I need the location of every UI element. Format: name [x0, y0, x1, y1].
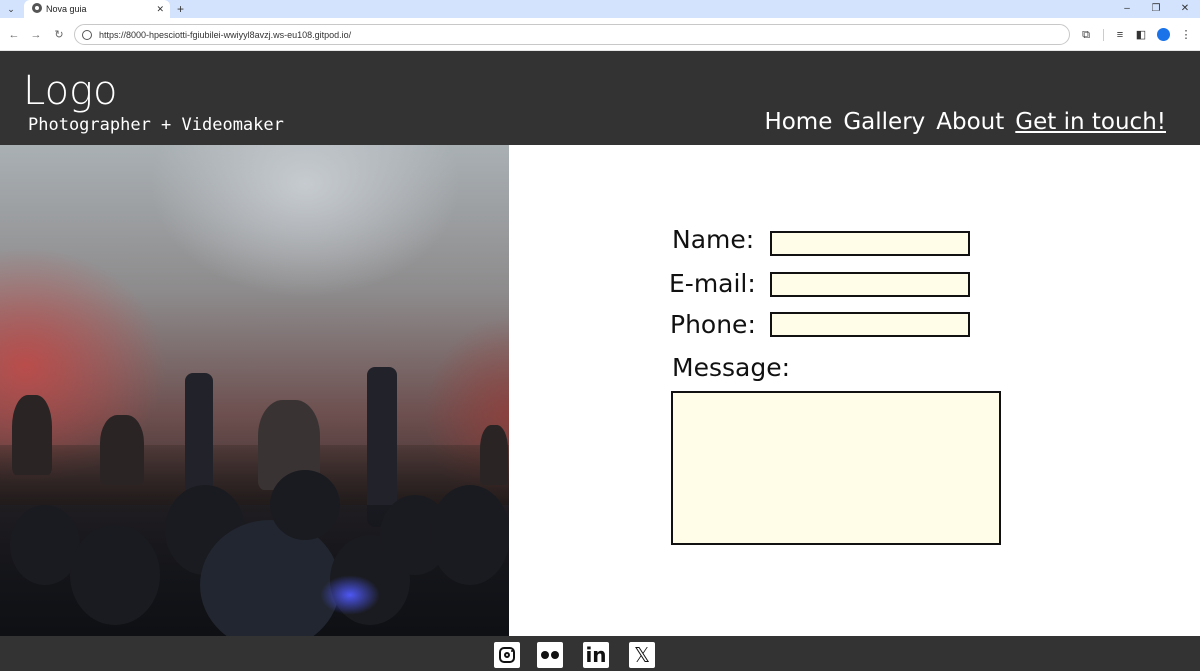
message-field[interactable] [671, 391, 1001, 545]
nav-link-gallery[interactable]: Gallery [843, 107, 925, 137]
flickr-icon[interactable] [537, 642, 563, 668]
kebab-menu-icon[interactable]: ⋮ [1178, 27, 1194, 43]
name-label: Name: [672, 225, 755, 254]
performer-right [480, 425, 508, 485]
x-glyph: 𝕏 [633, 643, 651, 667]
instagram-lens [504, 652, 510, 658]
arrow-left-icon[interactable]: ← [6, 27, 22, 43]
reload-icon[interactable]: ↻ [51, 27, 67, 43]
nav-link-get-in-touch[interactable]: Get in touch! [1015, 107, 1166, 137]
toolbar-divider [1103, 29, 1104, 41]
instagram-icon[interactable] [494, 642, 520, 668]
phone-label: Phone: [670, 310, 756, 339]
performer-drummer [100, 415, 144, 485]
browser-tab[interactable]: Nova guia ✕ [24, 0, 170, 18]
minimize-icon[interactable]: – [1118, 1, 1136, 17]
nav-link-home[interactable]: Home [764, 107, 832, 137]
performer-left [12, 395, 52, 475]
concert-crowd-photo [0, 145, 509, 636]
stage [0, 445, 509, 505]
phone-field[interactable] [770, 312, 970, 337]
linkedin-glyph: in [585, 643, 607, 667]
blue-light [320, 575, 380, 615]
crowd-head [430, 485, 509, 585]
site-info-icon[interactable] [82, 30, 92, 40]
nav-link-about[interactable]: About [936, 107, 1004, 137]
instagram-glyph [499, 647, 515, 663]
contact-form: Name: E-mail: Phone: Message: [509, 145, 1200, 636]
chevron-down-icon[interactable]: ⌄ [4, 2, 18, 16]
email-field[interactable] [770, 272, 970, 297]
browser-toolbar: ← → ↻ https://8000-hpesciotti-fgiubilei-… [0, 18, 1200, 51]
site-header: Logo Photographer + Videomaker Home Gall… [0, 51, 1200, 145]
x-icon[interactable]: 𝕏 [629, 642, 655, 668]
tab-title: Nova guia [46, 4, 87, 14]
flickr-dot [551, 651, 559, 659]
instagram-dot [511, 650, 513, 652]
crowd-head [70, 525, 160, 625]
close-icon[interactable]: ✕ [156, 2, 164, 16]
site-tagline: Photographer + Videomaker [28, 115, 284, 135]
url-text[interactable]: https://8000-hpesciotti-fgiubilei-wwiyyl… [99, 28, 351, 42]
email-label: E-mail: [669, 269, 756, 298]
linkedin-icon[interactable]: in [583, 642, 609, 668]
name-field[interactable] [770, 231, 970, 256]
main-nav: Home Gallery About Get in touch! [764, 107, 1166, 137]
favicon-icon [32, 3, 42, 13]
side-panel-icon[interactable]: ◧ [1133, 27, 1149, 43]
close-icon[interactable]: ✕ [1176, 1, 1194, 17]
site-footer: in 𝕏 [0, 636, 1200, 671]
restore-icon[interactable]: ❐ [1147, 1, 1165, 17]
site-logo[interactable]: Logo [23, 67, 118, 115]
arrow-right-icon[interactable]: → [28, 27, 44, 43]
plus-icon[interactable]: + [177, 1, 184, 17]
puzzle-icon[interactable]: ⧉ [1078, 27, 1094, 43]
browser-tab-strip: ⌄ Nova guia ✕ + – ❐ ✕ [0, 0, 1200, 18]
reading-list-icon[interactable]: ≡ [1112, 27, 1128, 43]
message-label: Message: [672, 353, 790, 382]
crowd-head [270, 470, 340, 540]
flickr-dot [541, 651, 549, 659]
address-bar[interactable]: https://8000-hpesciotti-fgiubilei-wwiyyl… [74, 24, 1070, 45]
profile-icon[interactable] [1157, 28, 1170, 41]
